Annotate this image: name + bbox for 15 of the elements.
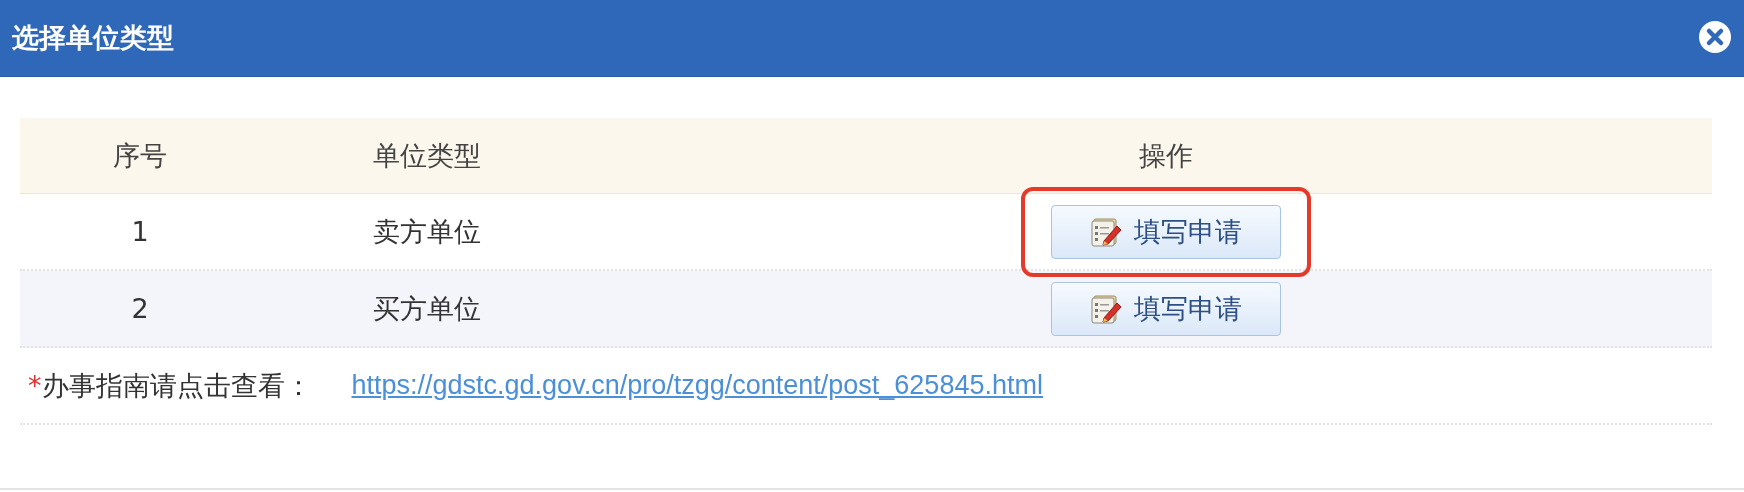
fill-application-button[interactable]: 填写申请 — [1051, 281, 1281, 336]
table-cell-text: 买方单位 — [372, 291, 482, 326]
form-pencil-icon — [1090, 293, 1122, 324]
table-cell-text: 1 — [130, 216, 150, 247]
close-icon[interactable] — [1698, 20, 1732, 54]
form-pencil-icon — [1090, 216, 1122, 247]
column-header: 操作 — [1138, 138, 1194, 173]
required-mark: * — [28, 369, 42, 401]
window-title: 选择单位类型 — [12, 21, 174, 55]
guide-label: *办事指南请点击查看： — [28, 368, 312, 403]
column-header: 序号 — [112, 138, 168, 173]
table-cell-text: 卖方单位 — [372, 214, 482, 249]
column-header: 单位类型 — [372, 138, 482, 173]
fill-application-button[interactable]: 填写申请 — [1051, 204, 1281, 259]
table-cell-text: 2 — [130, 293, 150, 324]
